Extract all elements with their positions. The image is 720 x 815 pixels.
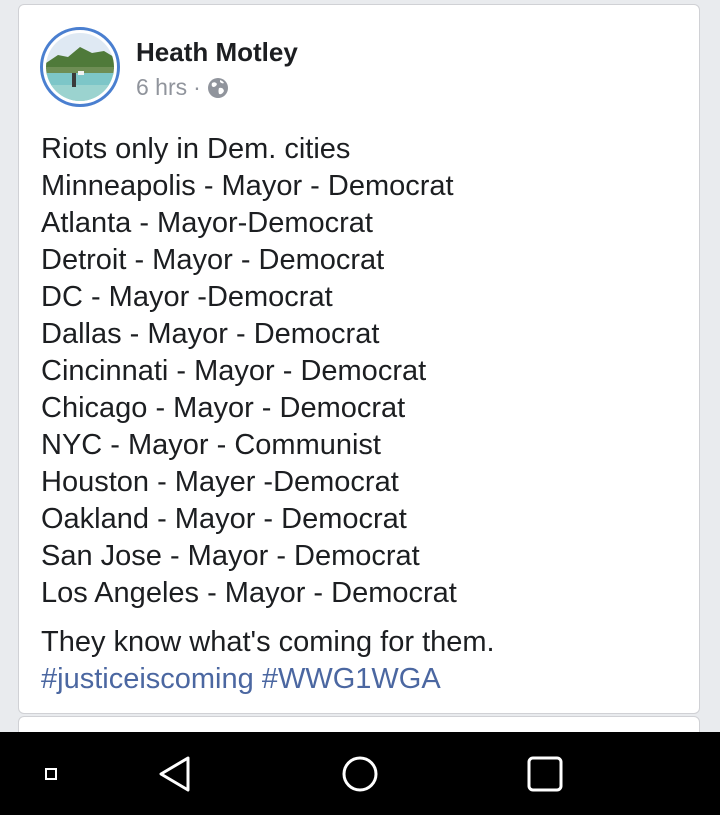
post-line: Riots only in Dem. cities [41,133,351,165]
hashtag-link[interactable]: #WWG1WGA [262,663,441,695]
post-text: Riots only in Dem. cities Minneapolis - … [41,131,691,698]
post-line: Minneapolis - Mayor - Democrat [41,170,454,202]
post-line: Cincinnati - Mayor - Democrat [41,355,427,387]
author-name[interactable]: Heath Motley [136,37,298,68]
home-circle-icon[interactable] [320,732,400,815]
post-line: Houston - Mayer -Democrat [41,466,399,498]
avatar-photo [46,33,114,101]
recents-square-icon[interactable] [505,732,585,815]
meta-separator: · [193,74,201,100]
post-meta: 6 hrs · [136,74,229,101]
timestamp[interactable]: 6 hrs [136,74,187,101]
hashtags: #justiceiscoming #WWG1WGA [41,661,691,698]
post-line: NYC - Mayor - Communist [41,429,381,461]
android-nav-bar [0,732,720,815]
post-line: Atlanta - Mayor-Democrat [41,207,373,239]
post-line: Los Angeles - Mayor - Democrat [41,577,457,609]
post-line: Chicago - Mayor - Democrat [41,392,406,424]
post-line: Detroit - Mayor - Democrat [41,244,385,276]
post-line: Oakland - Mayor - Democrat [41,503,407,535]
menu-square-icon[interactable] [11,732,91,815]
hashtag-link[interactable]: #justiceiscoming [41,663,254,695]
avatar[interactable] [40,27,120,107]
back-triangle-icon[interactable] [135,732,215,815]
globe-icon [207,77,229,99]
post-line: San Jose - Mayor - Democrat [41,540,420,572]
closing-line: They know what's coming for them. [41,626,495,658]
post-line: Dallas - Mayor - Democrat [41,318,380,350]
post-card: Heath Motley 6 hrs · Riots only in Dem. … [18,4,700,714]
post-line: DC - Mayor -Democrat [41,281,333,313]
